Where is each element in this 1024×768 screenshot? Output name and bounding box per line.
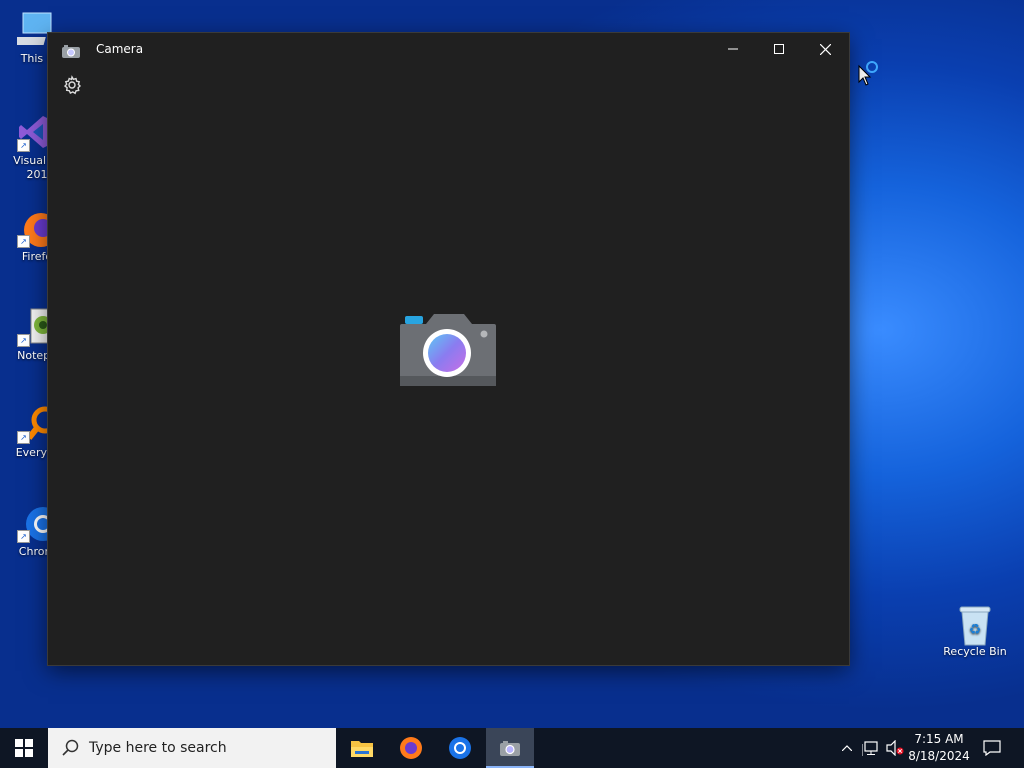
shortcut-arrow-icon: ↗ [17, 334, 30, 347]
taskbar-chrome[interactable] [436, 728, 484, 768]
show-hidden-icons-button[interactable] [838, 728, 856, 768]
notification-icon [983, 740, 1001, 756]
search-box[interactable]: Type here to search [48, 728, 336, 768]
shortcut-arrow-icon: ↗ [17, 530, 30, 543]
taskbar-firefox[interactable] [387, 728, 435, 768]
clock[interactable]: 7:15 AM 8/18/2024 [902, 731, 976, 765]
camera-icon [62, 43, 80, 62]
start-button[interactable] [0, 728, 48, 768]
maximize-icon [774, 44, 784, 54]
title-bar[interactable]: Camera [48, 33, 849, 65]
shortcut-arrow-icon: ↗ [17, 431, 30, 444]
desktop-icon-recycle-bin[interactable]: ♻ Recycle Bin [936, 603, 1014, 658]
shortcut-arrow-icon: ↗ [17, 139, 30, 152]
network-button[interactable] [860, 728, 882, 768]
shortcut-arrow-icon: ↗ [17, 235, 30, 248]
minimize-button[interactable] [710, 33, 756, 65]
file-explorer-icon [351, 741, 373, 757]
svg-text:♻: ♻ [969, 622, 982, 638]
taskbar: Type here to search 7:15 AM 8/18/2024 [0, 728, 1024, 768]
action-center-button[interactable] [980, 728, 1004, 768]
camera-logo [398, 310, 498, 394]
busy-cursor-icon [857, 58, 883, 92]
settings-button[interactable] [62, 75, 82, 95]
taskbar-camera[interactable] [486, 728, 534, 768]
chrome-icon [449, 737, 471, 759]
chevron-up-icon [842, 745, 852, 751]
taskbar-file-explorer[interactable] [338, 728, 386, 768]
camera-window[interactable]: Camera [48, 33, 849, 665]
camera-icon [500, 740, 520, 756]
recycle-bin-icon: ♻ [955, 603, 995, 646]
clock-time: 7:15 AM [914, 732, 964, 746]
firefox-icon [400, 737, 422, 759]
clock-date: 8/18/2024 [908, 749, 970, 763]
search-icon [62, 739, 79, 756]
gear-icon [63, 75, 82, 95]
camera-icon [400, 314, 496, 386]
windows-logo-icon [15, 739, 33, 757]
network-icon [862, 741, 878, 756]
close-icon [819, 43, 831, 55]
minimize-icon [728, 48, 738, 50]
window-title: Camera [96, 42, 144, 56]
maximize-button[interactable] [756, 33, 802, 65]
close-button[interactable] [802, 33, 848, 65]
search-placeholder: Type here to search [89, 740, 227, 756]
